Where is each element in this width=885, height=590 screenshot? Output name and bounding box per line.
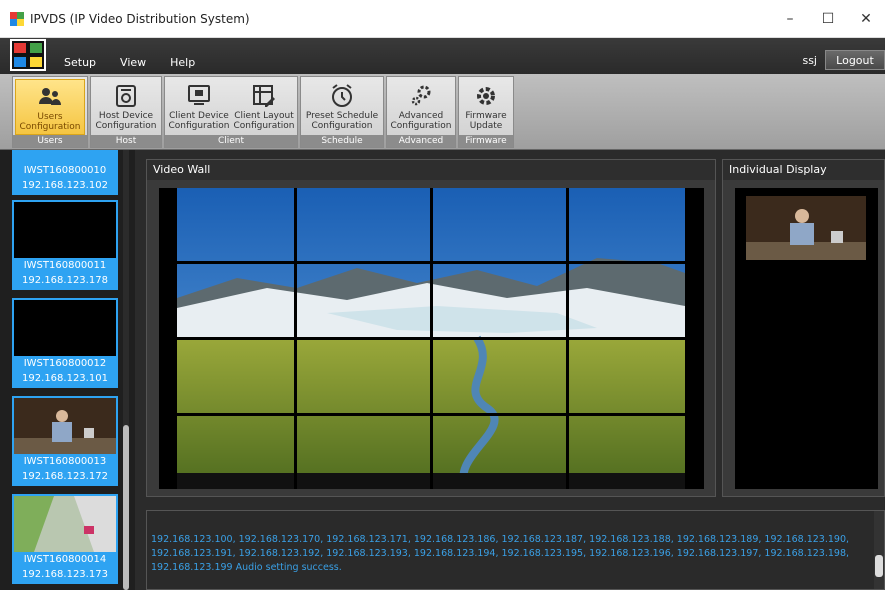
host-device-configuration-button[interactable]: Host Device Configuration: [93, 79, 159, 135]
ribbon-group-users: Users Configuration Users: [12, 76, 88, 148]
device-card[interactable]: IWST160800011 192.168.123.178: [12, 200, 118, 290]
video-wall-panel: Video Wall: [146, 159, 716, 497]
maximize-button[interactable]: ☐: [809, 0, 847, 38]
advanced-configuration-button[interactable]: Advanced Configuration: [389, 79, 453, 135]
device-thumbnail: [14, 300, 116, 356]
device-ip: 192.168.123.178: [22, 275, 108, 286]
ribbon-group-schedule: Preset Schedule Configuration Schedule: [300, 76, 384, 148]
menu-help[interactable]: Help: [158, 56, 207, 69]
window-title: IPVDS (IP Video Distribution System): [30, 11, 250, 26]
device-name: IWST160800012: [23, 358, 107, 369]
ribbon-group-advanced: Advanced Configuration Advanced: [386, 76, 456, 148]
client-device-icon: [188, 85, 210, 105]
individual-display-title: Individual Display: [723, 160, 884, 180]
log-scrollbar[interactable]: [874, 511, 884, 589]
device-name: IWST160800013: [23, 456, 107, 467]
grid-divider: [159, 413, 704, 416]
ribbon-group-firmware: Firmware Update Firmware: [458, 76, 514, 148]
group-label-users: Users: [13, 135, 87, 147]
device-card[interactable]: IWST160800013 192.168.123.172: [12, 396, 118, 486]
menu-view[interactable]: View: [108, 56, 158, 69]
device-thumbnail: [14, 202, 116, 258]
scrollbar-thumb[interactable]: [875, 555, 883, 577]
logout-button[interactable]: Logout: [825, 50, 885, 70]
current-user: ssj: [802, 53, 817, 67]
close-button[interactable]: ✕: [847, 0, 885, 38]
users-icon: [39, 88, 61, 105]
individual-display-thumbnail: [746, 196, 866, 260]
log-text: 192.168.123.100, 192.168.123.170, 192.16…: [151, 534, 850, 573]
grid-divider: [159, 337, 704, 340]
alarm-clock-icon: [332, 84, 352, 107]
ribbon-group-client: Client Device Configuration Client Layou…: [164, 76, 298, 148]
device-name: IWST160800014: [23, 554, 107, 565]
gear-icon: [477, 87, 495, 105]
group-label-host: Host: [91, 135, 161, 147]
firmware-update-button[interactable]: Firmware Update: [461, 79, 511, 135]
device-thumbnail: [14, 496, 116, 552]
device-name: IWST160800011: [23, 260, 107, 271]
minimize-button[interactable]: –: [771, 0, 809, 38]
individual-display-panel: Individual Display: [722, 159, 885, 497]
group-label-schedule: Schedule: [301, 135, 383, 147]
menu-bar: Setup View Help ssj Logout: [0, 38, 885, 74]
app-icon: [10, 11, 24, 26]
device-thumbnail: [14, 398, 116, 454]
device-list-scrollbar[interactable]: [123, 150, 129, 590]
grid-divider: [159, 261, 704, 264]
group-label-client: Client: [165, 135, 297, 147]
device-ip: 192.168.123.173: [22, 569, 108, 580]
client-layout-configuration-button[interactable]: Client Layout Configuration: [233, 79, 295, 135]
ribbon-group-host: Host Device Configuration Host: [90, 76, 162, 148]
device-ip: 192.168.123.102: [22, 180, 108, 191]
scrollbar-thumb[interactable]: [123, 425, 129, 590]
group-label-advanced: Advanced: [387, 135, 455, 147]
window-titlebar: IPVDS (IP Video Distribution System) – ☐…: [0, 0, 885, 38]
log-panel: 192.168.123.100, 192.168.123.170, 192.16…: [146, 510, 885, 590]
client-device-configuration-button[interactable]: Client Device Configuration: [167, 79, 231, 135]
preset-schedule-configuration-button[interactable]: Preset Schedule Configuration: [303, 79, 381, 135]
gears-icon: [411, 85, 431, 106]
device-ip: 192.168.123.101: [22, 373, 108, 384]
client-layout-icon: [253, 85, 275, 107]
device-list-panel: IWST160800010 192.168.123.102 IWST160800…: [0, 150, 135, 590]
device-card[interactable]: IWST160800012 192.168.123.101: [12, 298, 118, 388]
individual-display-canvas[interactable]: [735, 188, 878, 489]
host-device-icon: [116, 85, 136, 107]
group-label-firmware: Firmware: [459, 135, 513, 147]
device-ip: 192.168.123.172: [22, 471, 108, 482]
app-logo-icon[interactable]: [10, 39, 46, 71]
ribbon-toolbar: Users Configuration Users Host Device Co…: [0, 74, 885, 150]
video-wall-canvas[interactable]: [159, 188, 704, 489]
users-configuration-button[interactable]: Users Configuration: [15, 79, 85, 135]
device-name: IWST160800010: [23, 165, 107, 176]
device-card[interactable]: IWST160800014 192.168.123.173: [12, 494, 118, 584]
menu-setup[interactable]: Setup: [52, 56, 108, 69]
video-wall-title: Video Wall: [147, 160, 715, 180]
device-card[interactable]: IWST160800010 192.168.123.102: [12, 150, 118, 195]
